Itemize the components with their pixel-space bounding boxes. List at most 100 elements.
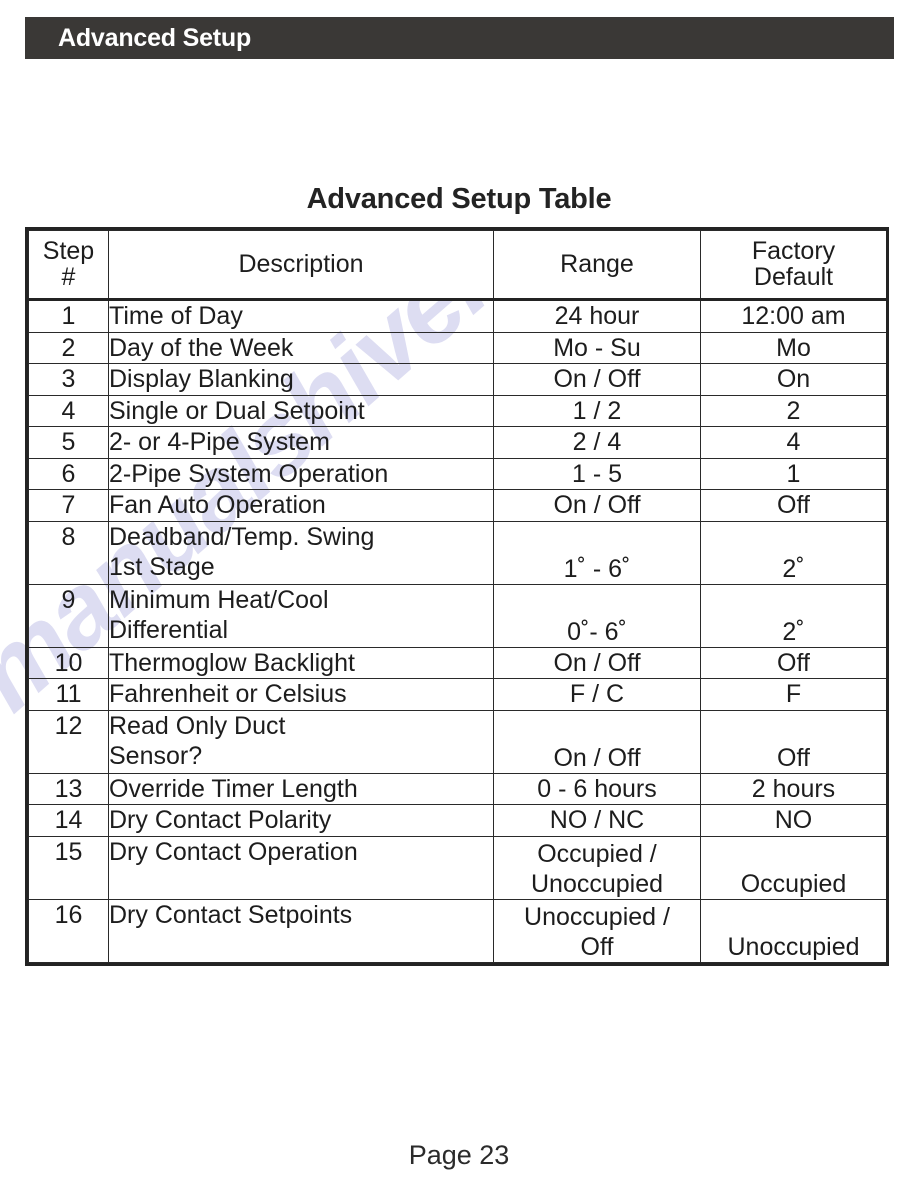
cell-step-line1: 7 — [61, 491, 76, 519]
cell-step-line1: 4 — [61, 396, 76, 425]
table-row: 3 Display Blanking On / Off On — [28, 363, 887, 396]
cell-description: Thermoglow Backlight — [108, 646, 494, 679]
cell-step: 9 — [28, 583, 109, 648]
column-header-description-label: Description — [238, 249, 364, 278]
cell-description-line2: 1st Stage — [109, 553, 215, 581]
cell-description: Read Only Duct Sensor? — [108, 709, 494, 774]
cell-description-line2: Sensor? — [109, 742, 203, 770]
cell-description-line1: Minimum Heat/Cool — [109, 585, 329, 614]
cell-range-line1: On / Off — [553, 648, 641, 677]
cell-step: 6 — [28, 457, 109, 490]
page-header-title: Advanced Setup — [58, 23, 252, 52]
cell-description-line1: Time of Day — [109, 302, 243, 330]
cell-range: 0 - 6 hours — [493, 772, 701, 805]
cell-description-line2: Differential — [109, 616, 229, 644]
cell-factory-default: F — [700, 678, 887, 711]
cell-range-line1: On / Off — [553, 491, 641, 520]
cell-step-line1: 14 — [54, 806, 83, 834]
cell-factory-default-line1: On — [776, 365, 811, 394]
cell-range-line1: F / C — [569, 680, 625, 709]
cell-range-line1: 2 / 4 — [572, 428, 622, 457]
table-row: 4 Single or Dual Setpoint 1 / 2 2 — [28, 394, 887, 427]
cell-step-line1: 10 — [54, 648, 83, 677]
page-header-bar: Advanced Setup — [25, 17, 894, 59]
cell-description: Time of Day — [108, 299, 494, 333]
cell-description-line1: Single or Dual Setpoint — [109, 396, 365, 425]
table-row: 5 2- or 4-Pipe System 2 / 4 4 — [28, 426, 887, 459]
column-header-step: Step # — [28, 230, 109, 301]
cell-factory-default-line1: Off — [777, 491, 810, 520]
cell-step: 8 — [28, 520, 109, 585]
cell-factory-default-line1: 2 — [786, 396, 801, 425]
cell-description: Deadband/Temp. Swing 1st Stage — [108, 520, 494, 585]
cell-description-line1: Dry Contact Setpoints — [109, 900, 353, 929]
cell-range-line1: 1˚ - 6˚ — [563, 554, 631, 583]
table-row: 14 Dry Contact Polarity NO / NC NO — [28, 804, 887, 837]
cell-factory-default: On — [700, 363, 887, 396]
cell-step: 14 — [28, 804, 109, 837]
cell-range-line1: On / Off — [553, 365, 641, 394]
cell-factory-default: 2˚ — [700, 520, 887, 585]
column-header-description: Description — [108, 230, 494, 301]
cell-range: On / Off — [493, 489, 701, 522]
cell-range-line1: 0˚- 6˚ — [567, 617, 627, 646]
cell-range: 1 - 5 — [493, 457, 701, 490]
column-header-factory-default-line1: Factory — [751, 236, 836, 265]
cell-factory-default-line1: F — [785, 680, 802, 709]
cell-factory-default-line1: 2˚ — [782, 554, 805, 583]
cell-range: On / Off — [493, 709, 701, 774]
cell-step: 16 — [28, 898, 109, 963]
column-header-step-line1: Step — [42, 236, 95, 265]
table-row: 16 Dry Contact Setpoints Unoccupied / Off Un… — [28, 898, 887, 963]
cell-factory-default: Off — [700, 489, 887, 522]
cell-description-line1: Thermoglow Backlight — [109, 648, 355, 677]
cell-factory-default: 12:00 am — [700, 299, 887, 333]
column-header-factory-default-line2: Default — [753, 262, 834, 291]
cell-factory-default: Off — [700, 709, 887, 774]
cell-step-line1: 2 — [61, 333, 76, 362]
cell-range-line2: Off — [580, 932, 614, 961]
cell-description: Dry Contact Polarity — [108, 804, 494, 837]
table-header-row: Step # Description Range Factory Default — [28, 230, 887, 301]
cell-factory-default: 2 hours — [700, 772, 887, 805]
cell-range: 24 hour — [493, 299, 701, 333]
cell-factory-default-line1: Off — [777, 648, 810, 677]
cell-step: 10 — [28, 646, 109, 679]
column-header-step-line2: # — [61, 262, 76, 291]
table-row: 15 Dry Contact Operation Occupied / Unoccup… — [28, 835, 887, 900]
cell-factory-default: Unoccupied — [700, 898, 887, 963]
cell-range: F / C — [493, 678, 701, 711]
cell-step-line1: 5 — [61, 428, 76, 456]
cell-description-line1: Day of the Week — [109, 333, 294, 362]
table-row: 13 Override Timer Length 0 - 6 hours 2 hour… — [28, 772, 887, 805]
cell-description-line1: Fahrenheit or Celsius — [109, 680, 347, 708]
cell-step-line1: 15 — [54, 837, 83, 866]
cell-description-line1: Read Only Duct — [109, 711, 286, 740]
cell-description: Day of the Week — [108, 331, 494, 364]
cell-factory-default-line1: Off — [777, 743, 810, 772]
cell-step: 11 — [28, 678, 109, 711]
cell-step-line1: 9 — [61, 585, 76, 614]
cell-description: Override Timer Length — [108, 772, 494, 805]
cell-factory-default-line1: Occupied — [740, 869, 847, 898]
cell-range: NO / NC — [493, 804, 701, 837]
cell-factory-default: Off — [700, 646, 887, 679]
cell-description-line1: Dry Contact Polarity — [109, 806, 332, 834]
cell-range: 1 / 2 — [493, 394, 701, 427]
cell-description-line1: Display Blanking — [109, 365, 294, 393]
advanced-setup-table: Step # Description Range Factory Default… — [28, 230, 887, 963]
cell-step: 1 — [28, 299, 109, 333]
cell-step-line1: 8 — [61, 522, 76, 551]
cell-range-line2: Unoccupied — [530, 869, 664, 898]
cell-range: 2 / 4 — [493, 426, 701, 459]
cell-description-line1: Dry Contact Operation — [109, 837, 358, 866]
table-row: 1 Time of Day 24 hour 12:00 am — [28, 299, 887, 333]
cell-factory-default: 2 — [700, 394, 887, 427]
page-footer: Page 23 — [408, 1140, 510, 1170]
cell-range-line1: 0 - 6 hours — [537, 774, 657, 803]
table-row: 2 Day of the Week Mo - Su Mo — [28, 331, 887, 364]
table-body: Step # Description Range Factory Default… — [28, 230, 887, 963]
cell-range-line1: 24 hour — [554, 302, 640, 331]
cell-factory-default-line1: Unoccupied — [727, 932, 860, 961]
cell-range: Unoccupied / Off — [493, 898, 701, 963]
